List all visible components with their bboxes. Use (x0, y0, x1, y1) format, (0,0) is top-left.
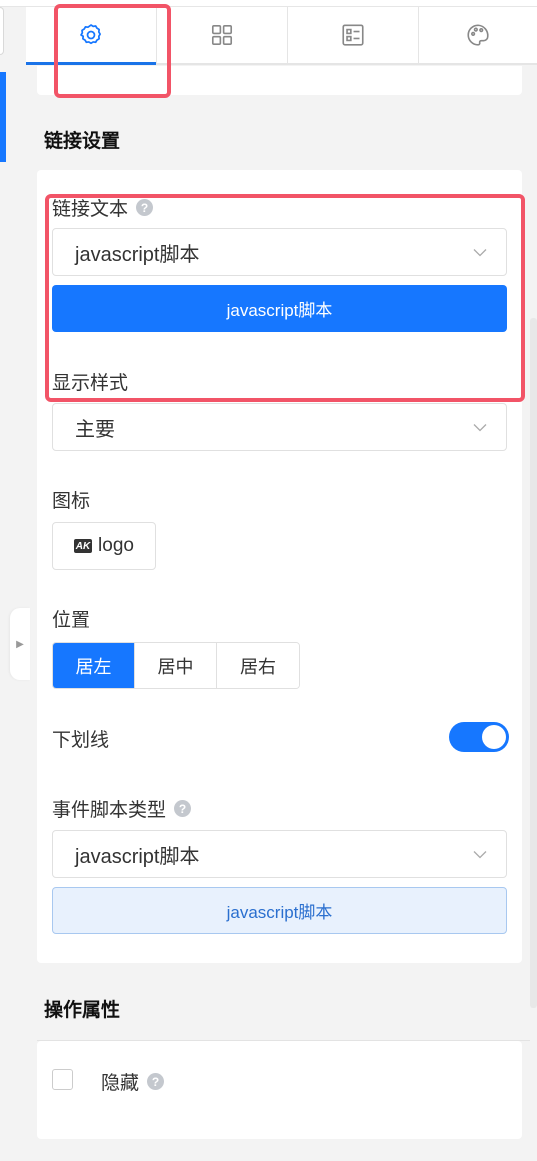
link-text-select[interactable]: javascript脚本 (52, 228, 507, 276)
link-text-label: 链接文本 ? (52, 194, 154, 221)
display-style-select-value: 主要 (75, 418, 115, 441)
logo-icon: AK (74, 539, 93, 553)
section-title-operation-attrs: 操作属性 (44, 1000, 121, 1021)
position-center-option[interactable]: 居中 (135, 643, 217, 688)
scrollbar[interactable] (530, 318, 537, 1008)
gear-icon (80, 24, 101, 45)
chevron-down-icon (473, 851, 487, 859)
help-icon[interactable]: ? (147, 1073, 165, 1090)
list-icon (342, 24, 364, 46)
position-segmented-control: 居左 居中 居右 (52, 642, 300, 689)
display-style-label-text: 显示样式 (52, 373, 129, 394)
tab-settings[interactable] (26, 7, 157, 65)
top-border (0, 0, 537, 7)
event-script-label: 事件脚本类型 ? (52, 795, 192, 822)
left-panel-edge (0, 7, 4, 55)
link-text-script-button[interactable]: javascript脚本 (52, 285, 507, 332)
tab-bar (26, 7, 537, 65)
icon-picker-label: logo (98, 535, 134, 556)
grid-icon (211, 24, 233, 46)
left-active-indicator (0, 72, 6, 162)
display-style-label: 显示样式 (52, 368, 128, 395)
position-left-option[interactable]: 居左 (53, 643, 135, 688)
event-script-select[interactable]: javascript脚本 (52, 830, 507, 878)
underline-label-text: 下划线 (52, 730, 110, 751)
top-card (37, 66, 522, 95)
palette-icon (467, 24, 489, 46)
chevron-down-icon (473, 424, 487, 432)
chevron-down-icon (473, 249, 487, 257)
position-right-option[interactable]: 居右 (217, 643, 299, 688)
underline-toggle[interactable] (449, 722, 509, 752)
help-icon[interactable]: ? (136, 199, 154, 216)
position-label: 位置 (52, 605, 90, 632)
hidden-label-text: 隐藏 (101, 1073, 140, 1094)
event-script-button[interactable]: javascript脚本 (52, 887, 507, 934)
icon-picker-button[interactable]: AK logo (52, 522, 156, 570)
icon-label: 图标 (52, 486, 90, 513)
caret-right-icon: ▶ (16, 638, 24, 650)
link-text-select-value: javascript脚本 (75, 243, 200, 266)
scroll-hint (532, 72, 537, 88)
collapse-handle[interactable]: ▶ (10, 608, 30, 680)
event-script-select-value: javascript脚本 (75, 845, 200, 868)
position-label-text: 位置 (52, 610, 91, 631)
tab-components[interactable] (157, 7, 288, 63)
icon-label-text: 图标 (52, 491, 91, 512)
toggle-knob (482, 725, 506, 749)
hidden-checkbox[interactable] (52, 1069, 73, 1090)
event-script-label-text: 事件脚本类型 (52, 800, 167, 821)
tab-theme[interactable] (419, 7, 537, 63)
underline-label: 下划线 (52, 725, 109, 752)
hidden-label: 隐藏 ? (101, 1068, 165, 1095)
tab-form[interactable] (288, 7, 419, 63)
help-icon[interactable]: ? (174, 800, 192, 817)
link-text-label-text: 链接文本 (52, 199, 129, 220)
display-style-select[interactable]: 主要 (52, 403, 507, 451)
section-title-link-settings: 链接设置 (44, 131, 121, 152)
